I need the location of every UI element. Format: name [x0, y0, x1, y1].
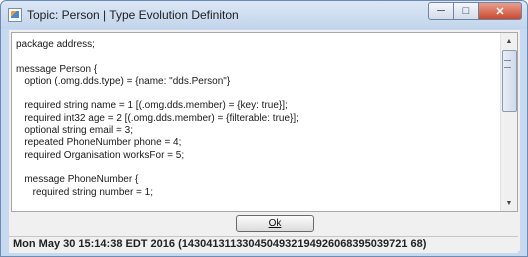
scroll-up-button[interactable]: ▲: [501, 33, 517, 49]
scroll-down-button[interactable]: ▼: [501, 195, 517, 211]
definition-text: package address; message Person { option …: [16, 39, 499, 199]
maximize-icon: □: [462, 5, 470, 17]
arrow-down-icon: ▼: [505, 199, 513, 207]
code-line: required string number = 1;: [16, 186, 154, 198]
code-line: package address;: [16, 39, 95, 50]
close-icon: ✕: [495, 5, 505, 18]
minimize-button[interactable]: ─: [428, 2, 454, 20]
dialog-window: Topic: Person | Type Evolution Definiton…: [0, 0, 528, 257]
scrollbar-grip-icon: [504, 60, 511, 68]
java-app-icon: [8, 8, 22, 22]
code-line: option (.omg.dds.type) = {name: "dds.Per…: [16, 75, 231, 87]
code-line: message Person {: [16, 63, 98, 75]
code-line: required string name = 1 [(.omg.dds.memb…: [16, 100, 288, 112]
button-row: Ok: [9, 212, 520, 234]
window-controls: ─ □ ✕: [428, 2, 522, 20]
definition-text-area[interactable]: package address; message Person { option …: [11, 32, 518, 212]
minimize-icon: ─: [437, 5, 445, 17]
dialog-content: package address; message Person { option …: [9, 30, 520, 253]
arrow-up-icon: ▲: [505, 37, 513, 45]
code-line: repeated PhoneNumber phone = 4;: [16, 137, 182, 149]
title-bar[interactable]: Topic: Person | Type Evolution Definiton…: [1, 1, 527, 29]
maximize-button[interactable]: □: [454, 2, 479, 20]
ok-button[interactable]: Ok: [236, 215, 314, 232]
status-bar: Mon May 30 15:14:38 EDT 2016 (1430413113…: [9, 236, 518, 253]
close-button[interactable]: ✕: [479, 2, 522, 20]
code-line: message PhoneNumber {: [16, 174, 139, 186]
status-text: Mon May 30 15:14:38 EDT 2016 (1430413113…: [13, 238, 427, 250]
code-line: required int32 age = 2 [(.omg.dds.member…: [16, 112, 299, 124]
vertical-scrollbar[interactable]: ▲ ▼: [500, 33, 517, 211]
code-line: required Organisation worksFor = 5;: [16, 149, 185, 161]
code-line: optional string email = 3;: [16, 125, 134, 137]
window-title: Topic: Person | Type Evolution Definiton: [27, 8, 239, 22]
